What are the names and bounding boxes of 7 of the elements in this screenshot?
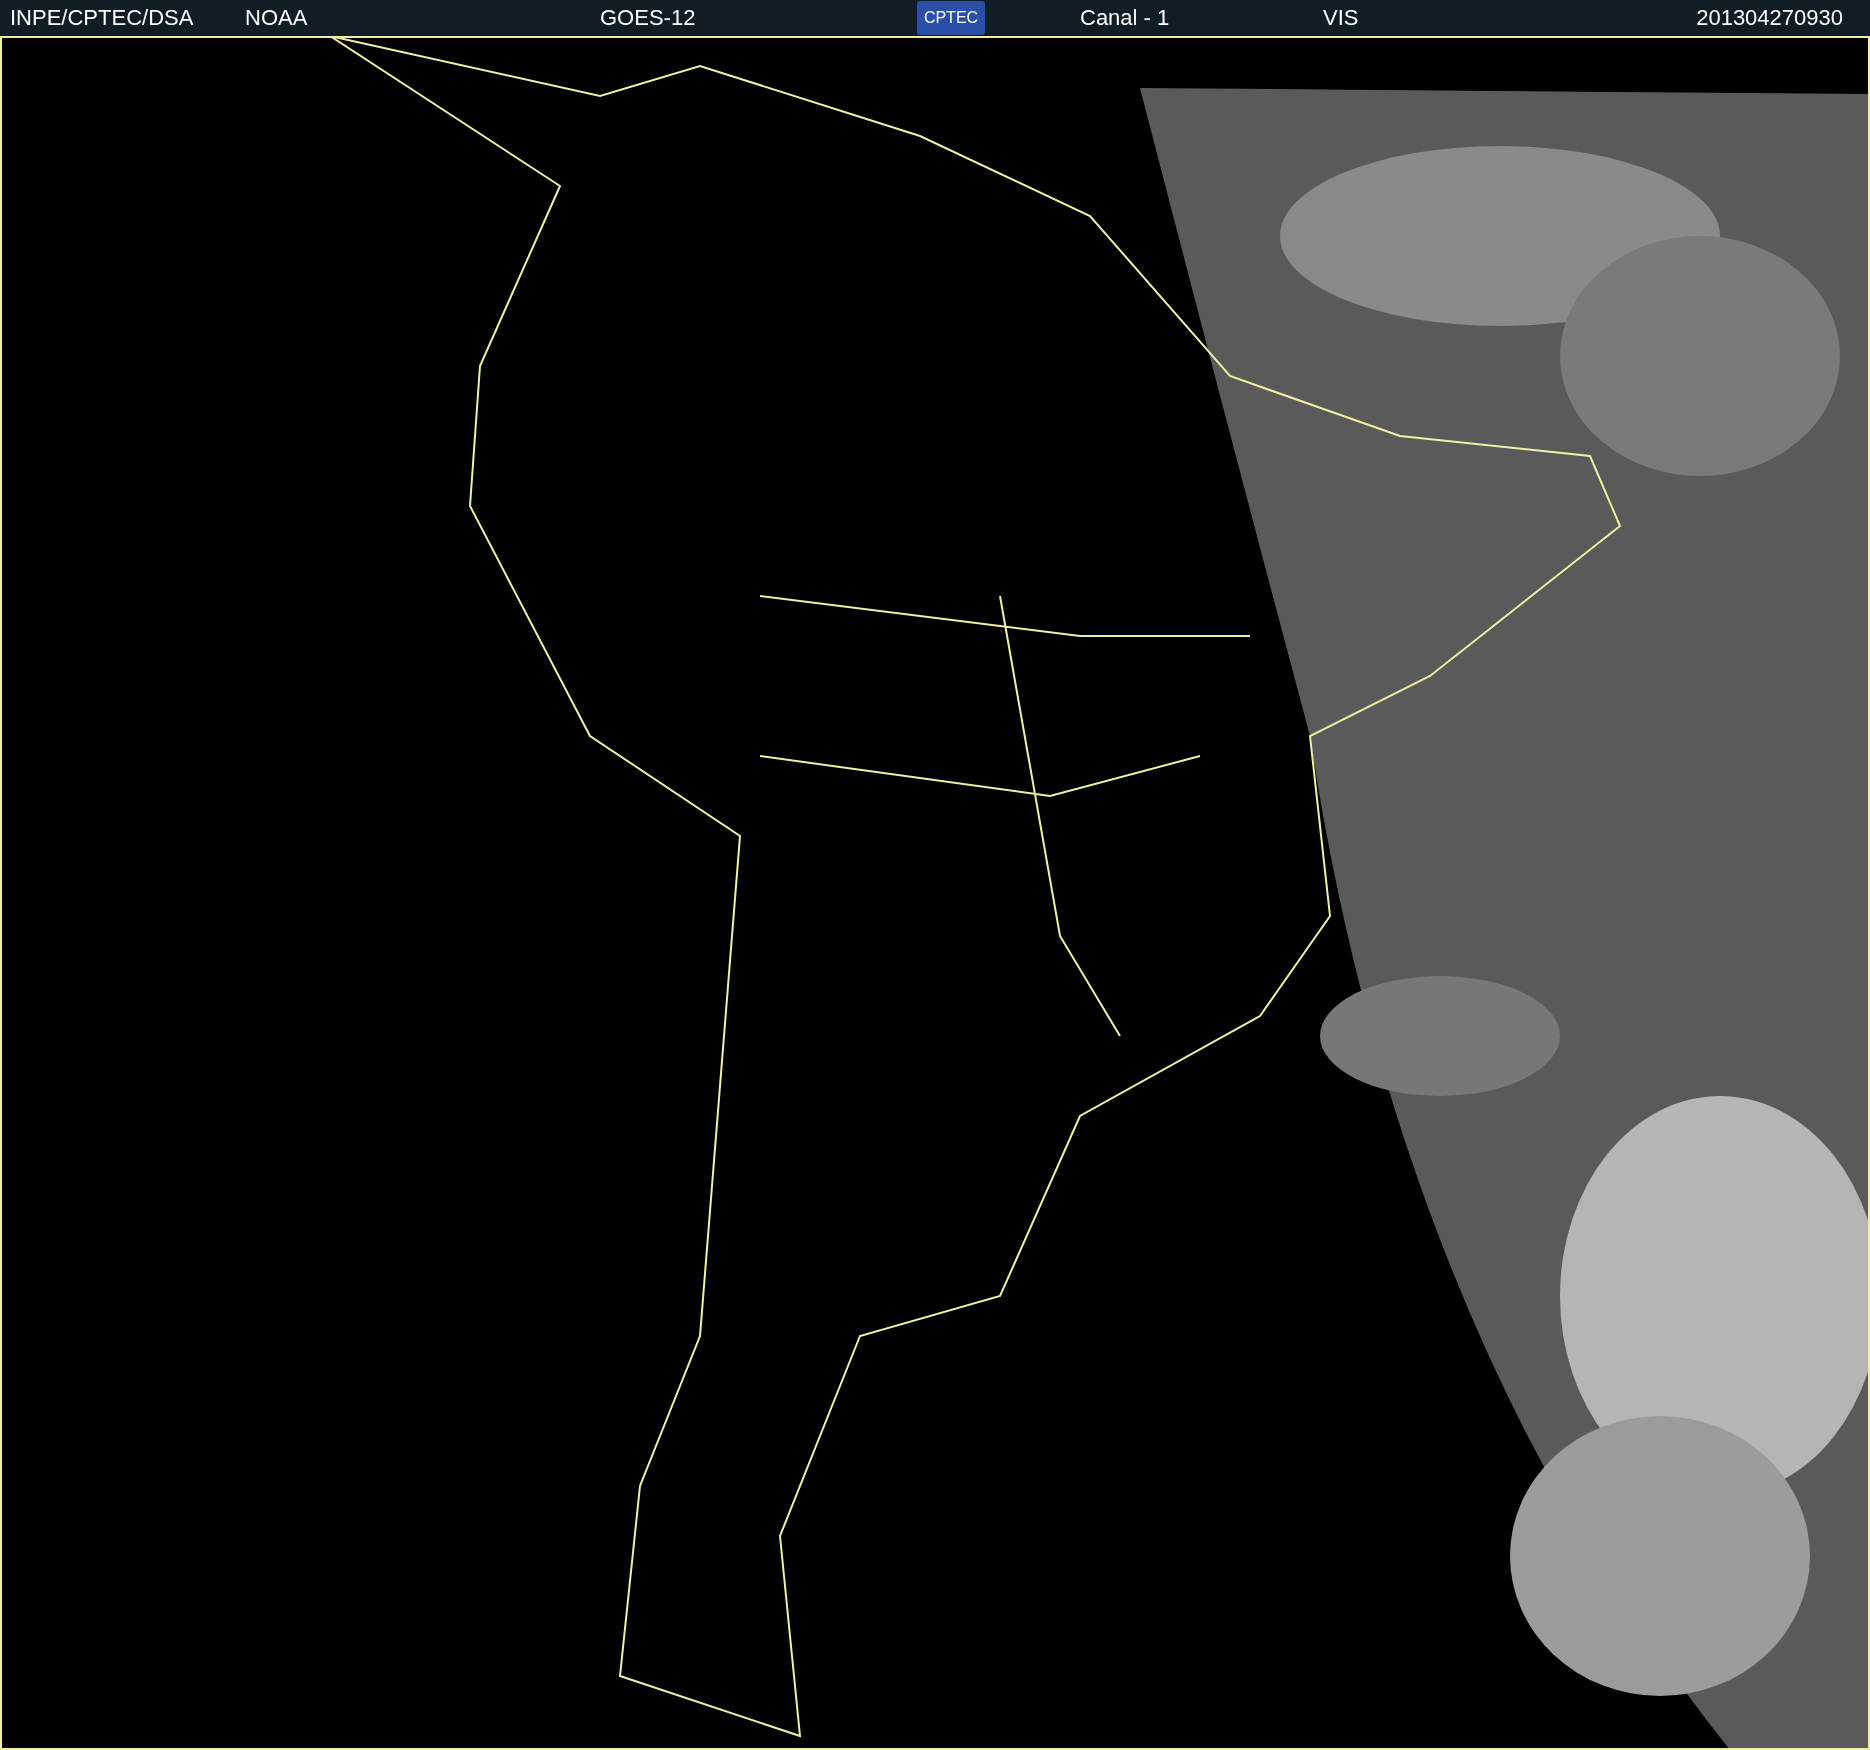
source-label: INPE/CPTEC/DSA: [10, 5, 195, 31]
logo-badge: CPTEC: [917, 1, 985, 35]
satellite-label: GOES-12: [600, 5, 697, 31]
band-label: VIS: [1323, 5, 1360, 31]
channel-label: Canal - 1: [1080, 5, 1171, 31]
agency-label: NOAA: [245, 5, 309, 31]
timestamp-label: 201304270930: [1696, 5, 1843, 31]
